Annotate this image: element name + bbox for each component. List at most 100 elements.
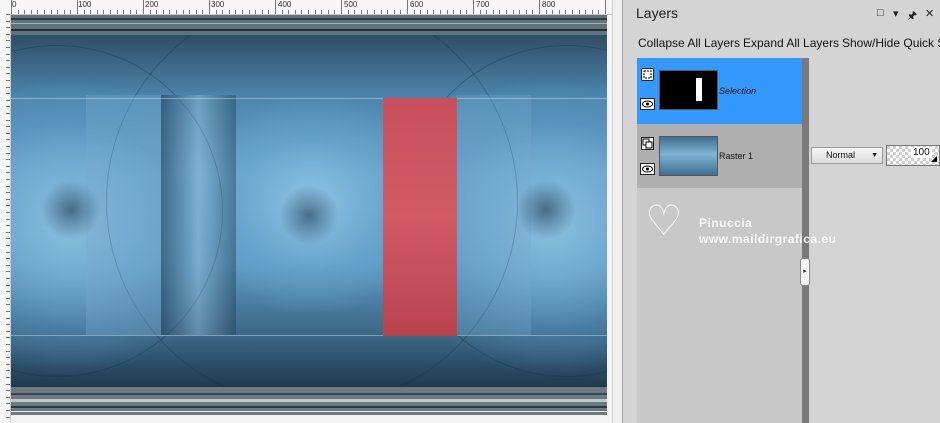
ornament-dot — [41, 180, 101, 240]
pin-icon[interactable]: 🖈 — [907, 7, 917, 26]
ruler-tick — [6, 351, 10, 352]
ruler-tick — [84, 10, 85, 14]
ruler-tick — [400, 10, 401, 14]
ruler-tick — [6, 344, 10, 345]
ruler-label: 200 — [145, 0, 159, 9]
panel-title: Layers — [636, 5, 679, 21]
ruler-tick — [427, 10, 428, 14]
splitter-grip-arrow-icon[interactable]: ▸ — [800, 258, 810, 286]
vertical-ruler — [0, 14, 11, 423]
layer-row-selection[interactable]: Selection — [637, 58, 802, 124]
ruler-tick — [6, 80, 10, 81]
ruler-tick — [321, 10, 322, 14]
layer-name: Raster 1 — [719, 151, 754, 161]
ruler-tick — [77, 0, 78, 14]
ruler-tick — [6, 245, 10, 246]
ruler-label: 300 — [211, 0, 225, 9]
ruler-label: 0 — [12, 0, 17, 9]
ruler-tick — [6, 21, 10, 22]
ruler-tick — [6, 298, 10, 299]
close-icon[interactable]: ✕ — [925, 7, 934, 20]
ruler-tick — [255, 10, 256, 14]
ruler-tick — [235, 10, 236, 14]
ruler-tick — [97, 10, 98, 14]
ruler-tick — [6, 100, 10, 101]
blend-mode-dropdown[interactable]: Normal ▼ — [811, 147, 883, 164]
visibility-eye-icon[interactable] — [640, 163, 655, 175]
ruler-tick — [6, 384, 10, 385]
ruler-tick — [598, 10, 599, 14]
menu-dropdown-icon[interactable]: ▾ — [893, 7, 899, 20]
stripe — [11, 29, 607, 31]
ruler-tick — [6, 166, 10, 167]
visibility-eye-icon[interactable] — [640, 98, 655, 110]
ruler-tick — [117, 10, 118, 14]
selection-red-rectangle[interactable] — [383, 98, 457, 336]
ruler-tick — [202, 10, 203, 14]
ruler-tick — [163, 10, 164, 14]
ruler-tick — [414, 10, 415, 14]
stripe — [11, 406, 607, 408]
ruler-tick — [6, 87, 10, 88]
ornament-dot — [516, 180, 576, 240]
horizontal-ruler: 0 100 200 300 400 500 600 700 800 — [0, 0, 613, 15]
ruler-tick — [6, 146, 10, 147]
ruler-tick — [275, 0, 276, 14]
ruler-tick — [6, 271, 10, 272]
ruler-tick — [348, 10, 349, 14]
ruler-tick — [453, 10, 454, 14]
ruler-tick — [6, 139, 10, 140]
watermark-site: www.maildirgrafica.eu — [699, 232, 837, 246]
ruler-tick — [37, 10, 38, 14]
ruler-tick — [6, 403, 10, 404]
ruler-tick — [6, 311, 10, 312]
ruler-tick — [90, 10, 91, 14]
ruler-tick — [130, 10, 131, 14]
ruler-tick — [513, 10, 514, 14]
ruler-tick — [150, 10, 151, 14]
ruler-tick — [6, 252, 10, 253]
ruler-tick — [6, 291, 10, 292]
ruler-tick — [559, 10, 560, 14]
ruler-tick — [11, 0, 12, 14]
ruler-label: 800 — [542, 0, 556, 9]
ruler-tick — [176, 10, 177, 14]
expand-all-layers-button[interactable]: Expand All Layers — [743, 36, 839, 50]
ruler-tick — [387, 10, 388, 14]
ruler-tick — [31, 10, 32, 14]
ruler-tick — [6, 258, 10, 259]
ruler-tick — [268, 10, 269, 14]
guide-line — [11, 335, 607, 336]
ruler-tick — [308, 10, 309, 14]
watermark-name: Pinuccia — [699, 216, 753, 230]
collapse-all-layers-button[interactable]: Collapse All Layers — [638, 36, 740, 50]
ruler-tick — [499, 10, 500, 14]
ruler-tick — [6, 60, 10, 61]
ruler-tick — [123, 10, 124, 14]
ruler-tick — [367, 10, 368, 14]
image-canvas[interactable] — [11, 15, 607, 415]
opacity-field[interactable]: 100 ◢ — [886, 145, 940, 166]
resize-handle-icon: ◢ — [930, 154, 937, 163]
ruler-tick — [6, 133, 10, 134]
canvas-vertical-scrollbar[interactable] — [612, 0, 622, 423]
ruler-tick — [6, 159, 10, 160]
layer-row-raster-1[interactable]: Raster 1 — [637, 124, 802, 188]
ruler-tick — [6, 179, 10, 180]
ruler-tick — [209, 0, 210, 14]
ruler-tick — [374, 10, 375, 14]
ruler-tick — [51, 10, 52, 14]
ruler-tick — [18, 10, 19, 14]
restore-icon[interactable]: □ — [877, 7, 884, 19]
ornament-dot — [279, 185, 339, 245]
ruler-label: 400 — [278, 0, 292, 9]
show-hide-quick-button[interactable]: Show/Hide Quick S — [842, 36, 940, 50]
ruler-tick — [6, 417, 10, 418]
ruler-tick — [460, 10, 461, 14]
ruler-tick — [420, 10, 421, 14]
ruler-tick — [6, 54, 10, 55]
blend-mode-value: Normal — [826, 150, 856, 160]
ruler-tick — [552, 10, 553, 14]
ruler-tick — [526, 10, 527, 14]
ruler-tick — [229, 10, 230, 14]
